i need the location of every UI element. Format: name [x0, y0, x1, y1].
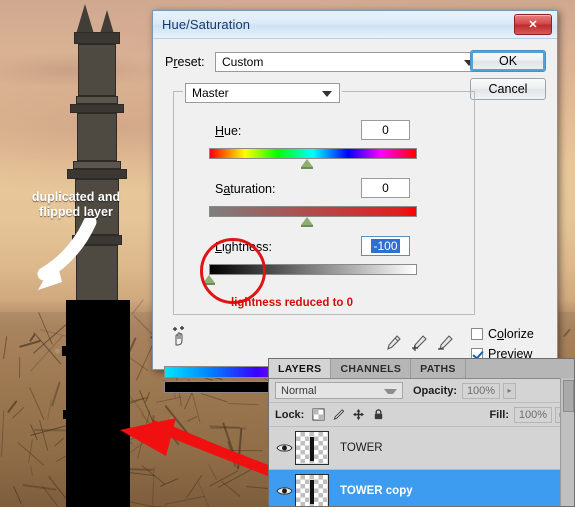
- dialog-titlebar[interactable]: Hue/Saturation ✕: [153, 11, 557, 39]
- tabs-filler: [465, 359, 574, 378]
- lock-label: Lock:: [275, 408, 305, 421]
- dialog-title: Hue/Saturation: [162, 17, 251, 32]
- preset-dropdown[interactable]: Custom: [215, 52, 481, 72]
- opacity-stepper-icon[interactable]: ▸: [503, 382, 517, 399]
- fill-value[interactable]: 100%: [514, 406, 552, 423]
- chevron-down-icon: [322, 91, 332, 97]
- tab-channels[interactable]: CHANNELS: [331, 359, 412, 378]
- screenshot-root: duplicated and flipped layer Hue/Saturat…: [0, 0, 575, 507]
- white-annotation-text: duplicated and flipped layer: [6, 190, 146, 220]
- opacity-label: Opacity:: [413, 384, 458, 397]
- lightness-annotation-wrap: lightness reduced to 0: [153, 237, 353, 317]
- table-row[interactable]: TOWER: [269, 427, 574, 470]
- layer-name: TOWER copy: [340, 485, 413, 497]
- panel-tabs: LAYERS CHANNELS PATHS: [269, 359, 574, 379]
- fill-label: Fill:: [489, 408, 509, 421]
- opacity-value[interactable]: 100%: [462, 382, 501, 399]
- chevron-down-icon: [384, 389, 397, 394]
- preset-value: Custom: [222, 55, 264, 69]
- dialog-body: Preset: Custom OK Cancel Master Hue: 0 S…: [153, 39, 557, 393]
- hue-label: Hue:: [215, 124, 242, 138]
- lock-image-pixels-icon[interactable]: [331, 408, 345, 422]
- cancel-button[interactable]: Cancel: [470, 78, 546, 100]
- colorize-checkbox[interactable]: [471, 328, 483, 340]
- layer-thumbnail[interactable]: [295, 431, 329, 465]
- blend-mode-value: Normal: [281, 384, 317, 397]
- hue-value-input[interactable]: 0: [361, 120, 410, 140]
- eyedropper-group: [383, 333, 455, 355]
- saturation-label: Saturation:: [215, 182, 276, 196]
- channel-dropdown[interactable]: Master: [185, 83, 340, 103]
- layer-visibility-icon[interactable]: [273, 442, 295, 454]
- eyedropper-icon[interactable]: [383, 333, 403, 353]
- saturation-value-input[interactable]: 0: [361, 178, 410, 198]
- hue-slider-track[interactable]: [209, 148, 417, 159]
- layer-visibility-icon[interactable]: [273, 485, 295, 497]
- hue-slider-handle[interactable]: [301, 159, 313, 169]
- colorize-checkbox-row[interactable]: Colorize: [471, 327, 534, 341]
- layers-scrollbar[interactable]: [560, 378, 574, 506]
- eyedropper-plus-icon[interactable]: [409, 333, 429, 353]
- tab-paths[interactable]: PATHS: [411, 359, 466, 378]
- curved-white-arrow: [37, 218, 97, 290]
- layer-name: TOWER: [340, 442, 383, 454]
- lock-position-icon[interactable]: [351, 408, 365, 422]
- channel-value: Master: [192, 86, 229, 100]
- scrollbar-thumb[interactable]: [563, 380, 574, 412]
- saturation-slider-handle[interactable]: [301, 217, 313, 227]
- table-row[interactable]: TOWER copy: [269, 470, 574, 506]
- red-annotation-text: lightness reduced to 0: [231, 297, 354, 309]
- lock-transparent-pixels-icon[interactable]: [311, 408, 325, 422]
- lightness-value-input[interactable]: -100: [361, 236, 410, 256]
- preset-label: Preset:: [165, 55, 205, 69]
- lock-fill-row: Lock: Fill: 100%: [269, 403, 574, 427]
- on-image-adjustment-tool-icon[interactable]: [167, 325, 191, 349]
- white-annotation-line-1: duplicated and: [31, 190, 121, 204]
- hue-saturation-dialog: Hue/Saturation ✕ Preset: Custom OK Cance…: [152, 10, 558, 393]
- tab-layers[interactable]: LAYERS: [269, 359, 332, 378]
- preset-row: Preset: Custom: [165, 51, 481, 73]
- layer-thumbnail[interactable]: [295, 474, 329, 506]
- ok-button[interactable]: OK: [470, 50, 546, 72]
- colorize-label: Colorize: [488, 327, 534, 341]
- layers-panel: LAYERS CHANNELS PATHS Normal Opacity: 10…: [268, 358, 575, 507]
- saturation-slider-track[interactable]: [209, 206, 417, 217]
- lock-all-icon[interactable]: [371, 408, 385, 422]
- close-icon[interactable]: ✕: [514, 14, 552, 35]
- blend-opacity-row: Normal Opacity: 100% ▸: [269, 379, 574, 403]
- eyedropper-minus-icon[interactable]: [435, 333, 455, 353]
- blend-mode-dropdown[interactable]: Normal: [275, 382, 403, 399]
- red-highlight-circle: [200, 238, 266, 304]
